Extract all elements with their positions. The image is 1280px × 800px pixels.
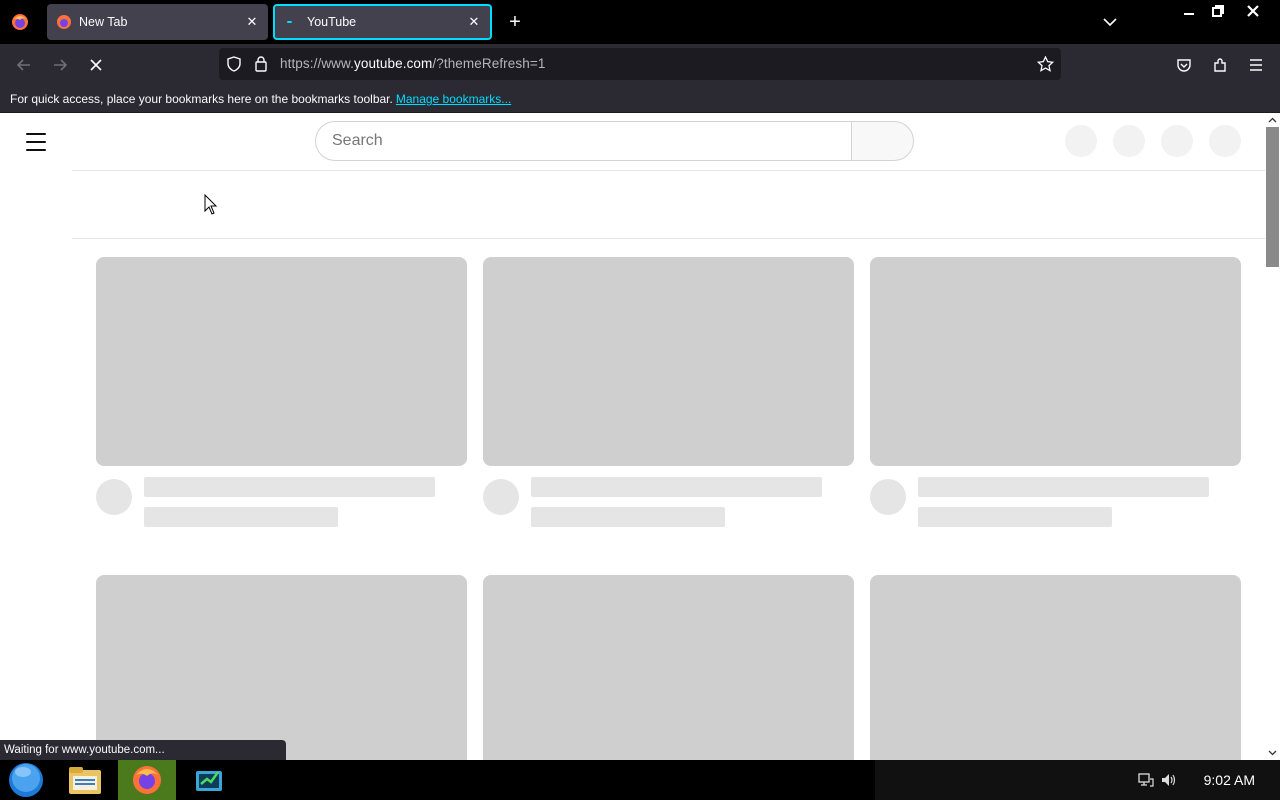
start-menu-icon[interactable] [4, 760, 48, 800]
thumbnail-placeholder [870, 257, 1241, 466]
channel-avatar-placeholder [96, 479, 132, 515]
thumbnail-placeholder [96, 575, 467, 760]
video-card-placeholder [483, 257, 854, 527]
vertical-scrollbar[interactable] [1265, 113, 1280, 760]
video-card-placeholder [870, 575, 1241, 760]
system-tray: 9:02 AM [875, 760, 1280, 800]
tab-title: New Tab [79, 15, 128, 29]
tab-new-tab[interactable]: New Tab ✕ [47, 4, 268, 40]
lock-icon[interactable] [254, 55, 268, 77]
tab-title: YouTube [307, 15, 357, 29]
meta-placeholder [144, 507, 338, 527]
volume-icon[interactable] [1161, 773, 1177, 792]
close-window-icon[interactable] [1237, 0, 1269, 22]
tab-youtube[interactable]: YouTube ✕ [273, 4, 492, 40]
bookmarks-message: For quick access, place your bookmarks h… [10, 92, 393, 106]
video-card-placeholder [96, 257, 467, 527]
search-box[interactable] [315, 121, 852, 161]
close-tab-icon[interactable]: ✕ [240, 10, 264, 34]
minimize-icon[interactable] [1173, 0, 1205, 22]
mouse-cursor-icon [204, 193, 218, 216]
thumbnail-placeholder [870, 575, 1241, 760]
chips-bar-placeholder [72, 170, 1265, 239]
extensions-icon[interactable] [1207, 52, 1233, 78]
firefox-taskbar-icon[interactable] [118, 760, 176, 800]
list-all-tabs-icon[interactable] [1098, 10, 1122, 34]
title-placeholder [918, 477, 1209, 497]
scrollbar-thumb[interactable] [1266, 127, 1279, 267]
thumbnail-placeholder [483, 257, 854, 466]
bookmark-star-icon[interactable] [1036, 55, 1055, 77]
clock[interactable]: 9:02 AM [1204, 772, 1255, 788]
thumbnail-placeholder [96, 257, 467, 466]
meta-placeholder [918, 507, 1112, 527]
new-tab-button[interactable]: + [503, 10, 527, 34]
video-card-placeholder [483, 575, 854, 760]
scroll-down-icon[interactable] [1265, 746, 1280, 760]
taskbar: 9:02 AM [0, 760, 1280, 800]
app-menu-icon[interactable] [1243, 52, 1269, 78]
url-prefix: https://www. [280, 56, 354, 71]
page-content [0, 113, 1280, 760]
video-card-placeholder [96, 575, 467, 760]
file-manager-icon[interactable] [62, 760, 108, 800]
forward-arrow-icon[interactable] [47, 52, 73, 78]
network-icon[interactable] [1138, 773, 1154, 792]
title-placeholder [531, 477, 822, 497]
thumbnail-placeholder [483, 575, 854, 760]
pocket-icon[interactable] [1171, 52, 1197, 78]
loading-icon [284, 14, 300, 30]
channel-avatar-placeholder [870, 479, 906, 515]
url-path: /?themeRefresh=1 [432, 56, 546, 71]
bookmarks-toolbar: For quick access, place your bookmarks h… [0, 86, 1280, 112]
manage-bookmarks-link[interactable]: Manage bookmarks... [396, 92, 511, 106]
status-panel: Waiting for www.youtube.com... [0, 740, 286, 760]
url-host: youtube.com [353, 56, 433, 71]
shield-icon[interactable] [226, 56, 242, 77]
url-bar[interactable]: https://www.youtube.com/?themeRefresh=1 [219, 48, 1061, 80]
video-card-placeholder [870, 257, 1241, 527]
stop-loading-icon[interactable] [83, 52, 109, 78]
meta-placeholder [531, 507, 725, 527]
header-button-placeholder [1113, 125, 1145, 157]
title-placeholder [144, 477, 435, 497]
avatar-placeholder [1209, 125, 1241, 157]
close-tab-icon[interactable]: ✕ [462, 10, 486, 34]
restore-icon[interactable] [1202, 0, 1234, 22]
firefox-icon [56, 14, 72, 30]
header-button-placeholder [1065, 125, 1097, 157]
search-input[interactable] [316, 122, 852, 160]
channel-avatar-placeholder [483, 479, 519, 515]
back-arrow-icon[interactable] [11, 52, 37, 78]
tab-bar: New Tab ✕ YouTube ✕ + [0, 0, 1280, 44]
guide-menu-icon[interactable] [24, 130, 48, 154]
search-button[interactable] [851, 121, 914, 161]
system-monitor-icon[interactable] [186, 760, 232, 800]
scroll-up-icon[interactable] [1265, 113, 1280, 127]
url-text[interactable]: https://www.youtube.com/?themeRefresh=1 [280, 56, 545, 71]
firefox-menu-icon[interactable] [8, 10, 32, 34]
header-button-placeholder [1161, 125, 1193, 157]
